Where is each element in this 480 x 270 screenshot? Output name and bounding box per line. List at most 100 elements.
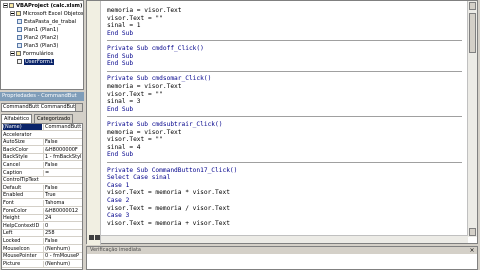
- code-line[interactable]: End Sub: [107, 106, 133, 113]
- properties-title: Propriedades - CommandBut: [0, 92, 84, 101]
- property-value[interactable]: Tahoma: [43, 200, 82, 206]
- property-value[interactable]: (Nenhum): [43, 245, 82, 252]
- code-line[interactable]: sinal = 3: [107, 98, 141, 105]
- property-name: HelpContextID: [3, 222, 40, 229]
- tree-node[interactable]: Formulários: [10, 51, 53, 58]
- property-row[interactable]: Font Tahoma: [2, 200, 82, 207]
- property-name: MousePointer: [3, 253, 37, 260]
- code-line[interactable]: End Sub: [107, 151, 133, 158]
- property-value[interactable]: =: [43, 169, 82, 176]
- property-value[interactable]: 0: [43, 222, 82, 229]
- property-row[interactable]: MousePointer 0 - fmMouseP: [2, 253, 82, 261]
- property-value[interactable]: False: [43, 139, 82, 146]
- scroll-down-icon[interactable]: [469, 228, 476, 236]
- code-line[interactable]: Private Sub cmdoff_Click(): [107, 45, 204, 52]
- code-line[interactable]: End Sub: [107, 60, 133, 67]
- property-value[interactable]: 0 - fmMouseP: [43, 253, 82, 260]
- code-editor[interactable]: memoria = visor.Text visor.Text = "" sinal…: [107, 1, 462, 237]
- property-value[interactable]: 24: [43, 215, 82, 222]
- property-value[interactable]: 1 - fmBackStyl: [43, 154, 82, 161]
- tree-node[interactable]: UserForm1: [17, 59, 55, 66]
- tree-node[interactable]: Microsoft Excel Objetos: [10, 11, 83, 18]
- collapse-icon[interactable]: [10, 51, 15, 56]
- property-row[interactable]: BackStyle 1 - fmBackStyl: [2, 154, 82, 162]
- property-row[interactable]: Accelerator: [2, 132, 82, 139]
- worksheet-icon: [17, 35, 22, 40]
- chevron-down-icon[interactable]: [75, 104, 82, 111]
- code-line[interactable]: visor.Text = memoria / visor.Text: [107, 205, 230, 212]
- tree-node[interactable]: Plan2 (Plan2): [17, 35, 58, 42]
- property-row[interactable]: Enabled True: [2, 192, 82, 200]
- property-row[interactable]: Cancel False: [2, 162, 82, 169]
- property-row[interactable]: ControlTipText: [2, 177, 82, 185]
- code-line[interactable]: visor.Text = "": [107, 136, 163, 143]
- property-name: Cancel: [3, 162, 20, 168]
- object-selector[interactable]: CommandButt CommandButt: [1, 103, 83, 112]
- vertical-scrollbar[interactable]: [467, 1, 477, 237]
- code-line[interactable]: memoria = visor.Text: [107, 83, 182, 90]
- property-row[interactable]: Locked False: [2, 238, 82, 245]
- property-name: BackColor: [3, 146, 29, 153]
- property-row[interactable]: AutoSize False: [2, 139, 82, 147]
- property-value[interactable]: False: [43, 238, 82, 244]
- tree-node[interactable]: Plan1 (Plan1): [17, 27, 58, 34]
- code-line[interactable]: Case 3: [107, 212, 129, 219]
- code-line[interactable]: sinal = 4: [107, 144, 141, 151]
- tree-node[interactable]: Plan3 (Plan3): [17, 43, 58, 50]
- property-row[interactable]: Height 24: [2, 215, 82, 223]
- code-line[interactable]: visor.Text = memoria * visor.Text: [107, 189, 230, 196]
- scroll-up-icon[interactable]: [469, 2, 476, 10]
- property-row[interactable]: Default False: [2, 184, 82, 192]
- left-panels: VBAProject (calc.xlsm) Microsoft Excel Ob…: [0, 0, 84, 270]
- property-row[interactable]: Picture (Nenhum): [2, 260, 82, 268]
- property-value[interactable]: CommandButt: [43, 124, 82, 130]
- code-line[interactable]: visor.Text = memoria + visor.Text: [107, 220, 230, 227]
- property-value[interactable]: True: [43, 192, 82, 199]
- tree-node[interactable]: EstaPasta_de_trabal: [17, 19, 76, 26]
- code-line[interactable]: Select Case sinal: [107, 174, 170, 181]
- code-line[interactable]: End Sub: [107, 53, 133, 60]
- code-line[interactable]: visor.Text = "": [107, 91, 163, 98]
- procedure-separator: [107, 116, 462, 118]
- tree-node-label: Plan3 (Plan3): [24, 43, 59, 49]
- property-row[interactable]: (Name) CommandButt: [2, 124, 82, 131]
- property-value[interactable]: 258: [43, 230, 82, 237]
- code-line[interactable]: Case 2: [107, 197, 129, 204]
- property-name: Picture: [3, 260, 21, 267]
- code-margin: [87, 1, 101, 245]
- property-name: ForeColor: [3, 207, 27, 214]
- property-row[interactable]: Caption =: [2, 169, 82, 177]
- property-value[interactable]: False: [43, 184, 82, 191]
- property-value[interactable]: (Nenhum): [43, 260, 82, 267]
- property-value[interactable]: &H8000000F: [43, 146, 82, 153]
- property-name: Height: [3, 215, 20, 222]
- property-value[interactable]: False: [43, 162, 82, 168]
- code-line[interactable]: Private Sub cmdsubtrair_Click(): [107, 121, 222, 128]
- property-row[interactable]: BackColor &H8000000F: [2, 146, 82, 154]
- property-value[interactable]: &H80000012: [43, 207, 82, 214]
- procedure-view-icon[interactable]: [89, 235, 94, 240]
- code-line[interactable]: sinal = 1: [107, 22, 141, 29]
- horizontal-scrollbar[interactable]: [101, 235, 468, 243]
- immediate-window[interactable]: Verificação imediata ×: [86, 246, 478, 270]
- tab-categorized[interactable]: Categorizado: [34, 114, 74, 123]
- code-line[interactable]: visor.Text = "": [107, 15, 163, 22]
- code-line[interactable]: Private Sub cmdsomar_Click(): [107, 75, 211, 82]
- collapse-icon[interactable]: [3, 3, 8, 8]
- code-line[interactable]: Case 1: [107, 182, 129, 189]
- property-row[interactable]: MouseIcon (Nenhum): [2, 245, 82, 253]
- full-module-view-icon[interactable]: [95, 235, 100, 240]
- property-row[interactable]: HelpContextID 0: [2, 222, 82, 230]
- tree-node[interactable]: VBAProject (calc.xlsm): [3, 3, 82, 10]
- close-icon[interactable]: ×: [469, 247, 475, 254]
- code-line[interactable]: Private Sub CommandButton17_Click(): [107, 167, 237, 174]
- collapse-icon[interactable]: [10, 11, 15, 16]
- property-row[interactable]: Left 258: [2, 230, 82, 238]
- userform-icon: [17, 59, 22, 64]
- scroll-thumb[interactable]: [469, 13, 476, 53]
- tab-alphabetic[interactable]: Alfabético: [1, 114, 33, 123]
- code-line[interactable]: memoria = visor.Text: [107, 7, 182, 14]
- code-line[interactable]: memoria = visor.Text: [107, 129, 182, 136]
- property-row[interactable]: ForeColor &H80000012: [2, 207, 82, 215]
- code-line[interactable]: End Sub: [107, 30, 133, 37]
